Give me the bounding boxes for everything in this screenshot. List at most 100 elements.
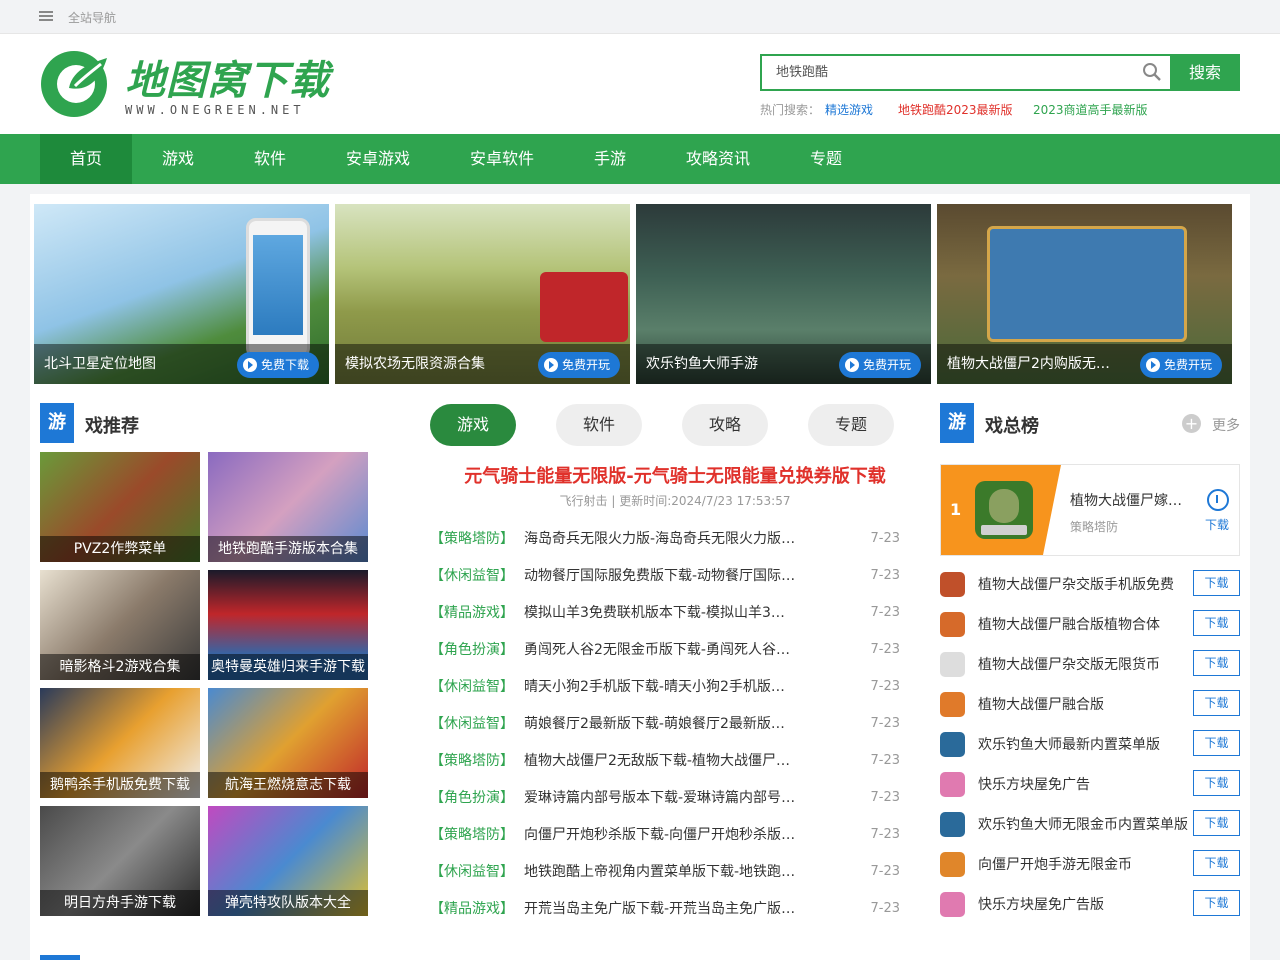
menu-icon[interactable] bbox=[39, 11, 53, 21]
news-row[interactable]: 【休闲益智】 晴天小狗2手机版下载-晴天小狗2手机版免费下载 7-23 bbox=[430, 675, 900, 699]
ranking-row[interactable]: 植物大战僵尸杂交版手机版免费 下载 bbox=[940, 570, 1240, 598]
news-category[interactable]: 【策略塔防】 bbox=[430, 823, 514, 847]
app-name[interactable]: 快乐方块屋免广告版 bbox=[978, 894, 1193, 914]
news-title[interactable]: 模拟山羊3免费联机版本下载-模拟山羊3免费下载 bbox=[524, 601, 798, 625]
search-icon[interactable] bbox=[1142, 62, 1162, 82]
site-logo[interactable]: 地图窝下载 WWW.ONEGREEN.NET bbox=[39, 48, 349, 120]
news-row[interactable]: 【角色扮演】 爱琳诗篇内部号版本下载-爱琳诗篇内部号版本 7-23 bbox=[430, 786, 900, 810]
news-row[interactable]: 【策略塔防】 海岛奇兵无限火力版-海岛奇兵无限火力版下载 7-23 bbox=[430, 527, 900, 551]
game-tile[interactable]: 地铁跑酷手游版本合集 bbox=[208, 452, 368, 562]
news-row[interactable]: 【精品游戏】 开荒当岛主免广版下载-开荒当岛主免广版本下载 7-23 bbox=[430, 897, 900, 921]
game-tile[interactable]: 航海王燃烧意志下载 bbox=[208, 688, 368, 798]
news-category[interactable]: 【精品游戏】 bbox=[430, 897, 514, 921]
news-title[interactable]: 海岛奇兵无限火力版-海岛奇兵无限火力版下载 bbox=[524, 527, 798, 551]
headline-link[interactable]: 元气骑士能量无限版-元气骑士无限能量兑换券版下载 bbox=[420, 462, 930, 488]
news-category[interactable]: 【角色扮演】 bbox=[430, 786, 514, 810]
app-name[interactable]: 向僵尸开炮手游无限金币 bbox=[978, 854, 1193, 874]
banner-slide[interactable]: 欢乐钓鱼大师手游 免费开玩 bbox=[636, 204, 931, 384]
free-play-button[interactable]: 免费开玩 bbox=[1139, 352, 1222, 378]
nav-item-games[interactable]: 游戏 bbox=[132, 134, 224, 184]
nav-item-home[interactable]: 首页 bbox=[40, 134, 132, 184]
tab-games[interactable]: 游戏 bbox=[430, 404, 516, 446]
game-tile[interactable]: 暗影格斗2游戏合集 bbox=[40, 570, 200, 680]
banner-slide[interactable]: 北斗卫星定位地图 免费下载 bbox=[34, 204, 329, 384]
news-category[interactable]: 【休闲益智】 bbox=[430, 712, 514, 736]
download-icon[interactable] bbox=[1207, 489, 1229, 511]
tab-topics[interactable]: 专题 bbox=[808, 404, 894, 446]
download-button[interactable]: 下载 bbox=[1193, 690, 1240, 716]
hot-search-link[interactable]: 精选游戏 bbox=[825, 101, 873, 118]
hot-search-link[interactable]: 地铁跑酷2023最新版 bbox=[898, 101, 1013, 118]
ranking-row[interactable]: 向僵尸开炮手游无限金币 下载 bbox=[940, 850, 1240, 878]
news-category[interactable]: 【精品游戏】 bbox=[430, 601, 514, 625]
nav-item-software[interactable]: 软件 bbox=[224, 134, 316, 184]
download-button[interactable]: 下载 bbox=[1193, 770, 1240, 796]
nav-item-android-software[interactable]: 安卓软件 bbox=[440, 134, 564, 184]
news-title[interactable]: 开荒当岛主免广版下载-开荒当岛主免广版本下载 bbox=[524, 897, 798, 921]
hot-search-link[interactable]: 2023商道高手最新版 bbox=[1033, 101, 1148, 118]
news-title[interactable]: 动物餐厅国际服免费版下载-动物餐厅国际服下载 bbox=[524, 564, 798, 588]
app-name[interactable]: 植物大战僵尸融合版植物合体 bbox=[978, 614, 1193, 634]
game-tile[interactable]: 明日方舟手游下载 bbox=[40, 806, 200, 916]
ranking-top-item[interactable]: 1 植物大战僵尸嫁接版 策略塔防 下载 bbox=[940, 464, 1240, 556]
news-category[interactable]: 【休闲益智】 bbox=[430, 564, 514, 588]
nav-item-guides[interactable]: 攻略资讯 bbox=[656, 134, 780, 184]
site-nav-link[interactable]: 全站导航 bbox=[68, 9, 116, 26]
news-title[interactable]: 地铁跑酷上帝视角内置菜单版下载-地铁跑酷上帝视角 bbox=[524, 860, 798, 884]
download-button[interactable]: 下载 bbox=[1193, 810, 1240, 836]
news-row[interactable]: 【策略塔防】 向僵尸开炮秒杀版下载-向僵尸开炮秒杀版本下载 7-23 bbox=[430, 823, 900, 847]
free-download-button[interactable]: 免费下载 bbox=[236, 352, 319, 378]
news-category[interactable]: 【角色扮演】 bbox=[430, 638, 514, 662]
ranking-row[interactable]: 植物大战僵尸融合版 下载 bbox=[940, 690, 1240, 718]
ranking-row[interactable]: 欢乐钓鱼大师无限金币内置菜单版 下载 bbox=[940, 810, 1240, 838]
download-link[interactable]: 下载 bbox=[1205, 516, 1229, 533]
app-name[interactable]: 植物大战僵尸融合版 bbox=[978, 694, 1193, 714]
download-button[interactable]: 下载 bbox=[1193, 570, 1240, 596]
news-title[interactable]: 植物大战僵尸2无敌版下载-植物大战僵尸2无敌版 bbox=[524, 749, 798, 773]
ranking-row[interactable]: 植物大战僵尸杂交版无限货币 下载 bbox=[940, 650, 1240, 678]
ranking-row[interactable]: 快乐方块屋免广告 下载 bbox=[940, 770, 1240, 798]
download-button[interactable]: 下载 bbox=[1193, 730, 1240, 756]
ranking-row[interactable]: 欢乐钓鱼大师最新内置菜单版 下载 bbox=[940, 730, 1240, 758]
news-category[interactable]: 【休闲益智】 bbox=[430, 860, 514, 884]
app-name[interactable]: 欢乐钓鱼大师最新内置菜单版 bbox=[978, 734, 1193, 754]
app-name[interactable]: 快乐方块屋免广告 bbox=[978, 774, 1193, 794]
nav-item-android-games[interactable]: 安卓游戏 bbox=[316, 134, 440, 184]
download-button[interactable]: 下载 bbox=[1193, 890, 1240, 916]
news-title[interactable]: 爱琳诗篇内部号版本下载-爱琳诗篇内部号版本 bbox=[524, 786, 798, 810]
tab-software[interactable]: 软件 bbox=[556, 404, 642, 446]
news-row[interactable]: 【休闲益智】地铁跑酷上帝视角内置菜单版下载-地铁跑酷上帝视角 7-23 bbox=[430, 860, 900, 884]
nav-item-topics[interactable]: 专题 bbox=[780, 134, 872, 184]
game-tile[interactable]: 弹壳特攻队版本大全 bbox=[208, 806, 368, 916]
news-category[interactable]: 【策略塔防】 bbox=[430, 527, 514, 551]
banner-slide[interactable]: 模拟农场无限资源合集 免费开玩 bbox=[335, 204, 630, 384]
banner-slide[interactable]: 植物大战僵尸2内购版无限钻石 免费开玩 bbox=[937, 204, 1232, 384]
download-button[interactable]: 下载 bbox=[1193, 650, 1240, 676]
news-row[interactable]: 【休闲益智】 萌娘餐厅2最新版下载-萌娘餐厅2最新版中文下载 7-23 bbox=[430, 712, 900, 736]
search-input[interactable]: 地铁跑酷 bbox=[760, 54, 1170, 91]
app-name[interactable]: 植物大战僵尸杂交版手机版免费 bbox=[978, 574, 1193, 594]
download-button[interactable]: 下载 bbox=[1193, 610, 1240, 636]
news-title[interactable]: 晴天小狗2手机版下载-晴天小狗2手机版免费下载 bbox=[524, 675, 798, 699]
nav-item-mobile-games[interactable]: 手游 bbox=[564, 134, 656, 184]
game-tile[interactable]: 奥特曼英雄归来手游下载 bbox=[208, 570, 368, 680]
news-category[interactable]: 【策略塔防】 bbox=[430, 749, 514, 773]
news-title[interactable]: 萌娘餐厅2最新版下载-萌娘餐厅2最新版中文下载 bbox=[524, 712, 798, 736]
free-play-button[interactable]: 免费开玩 bbox=[838, 352, 921, 378]
news-row[interactable]: 【精品游戏】 模拟山羊3免费联机版本下载-模拟山羊3免费下载 7-23 bbox=[430, 601, 900, 625]
download-button[interactable]: 下载 bbox=[1193, 850, 1240, 876]
news-row[interactable]: 【休闲益智】 动物餐厅国际服免费版下载-动物餐厅国际服下载 7-23 bbox=[430, 564, 900, 588]
app-name[interactable]: 欢乐钓鱼大师无限金币内置菜单版 bbox=[978, 814, 1193, 834]
app-name[interactable]: 植物大战僵尸杂交版无限货币 bbox=[978, 654, 1193, 674]
news-title[interactable]: 向僵尸开炮秒杀版下载-向僵尸开炮秒杀版本下载 bbox=[524, 823, 798, 847]
game-tile[interactable]: PVZ2作弊菜单 bbox=[40, 452, 200, 562]
news-row[interactable]: 【策略塔防】 植物大战僵尸2无敌版下载-植物大战僵尸2无敌版 7-23 bbox=[430, 749, 900, 773]
game-tile[interactable]: 鹅鸭杀手机版免费下载 bbox=[40, 688, 200, 798]
news-row[interactable]: 【角色扮演】 勇闯死人谷2无限金币版下载-勇闯死人谷2下载 7-23 bbox=[430, 638, 900, 662]
tab-guides[interactable]: 攻略 bbox=[682, 404, 768, 446]
news-category[interactable]: 【休闲益智】 bbox=[430, 675, 514, 699]
news-title[interactable]: 勇闯死人谷2无限金币版下载-勇闯死人谷2下载 bbox=[524, 638, 798, 662]
ranking-row[interactable]: 植物大战僵尸融合版植物合体 下载 bbox=[940, 610, 1240, 638]
ranking-row[interactable]: 快乐方块屋免广告版 下载 bbox=[940, 890, 1240, 918]
search-button[interactable]: 搜索 bbox=[1170, 54, 1240, 91]
